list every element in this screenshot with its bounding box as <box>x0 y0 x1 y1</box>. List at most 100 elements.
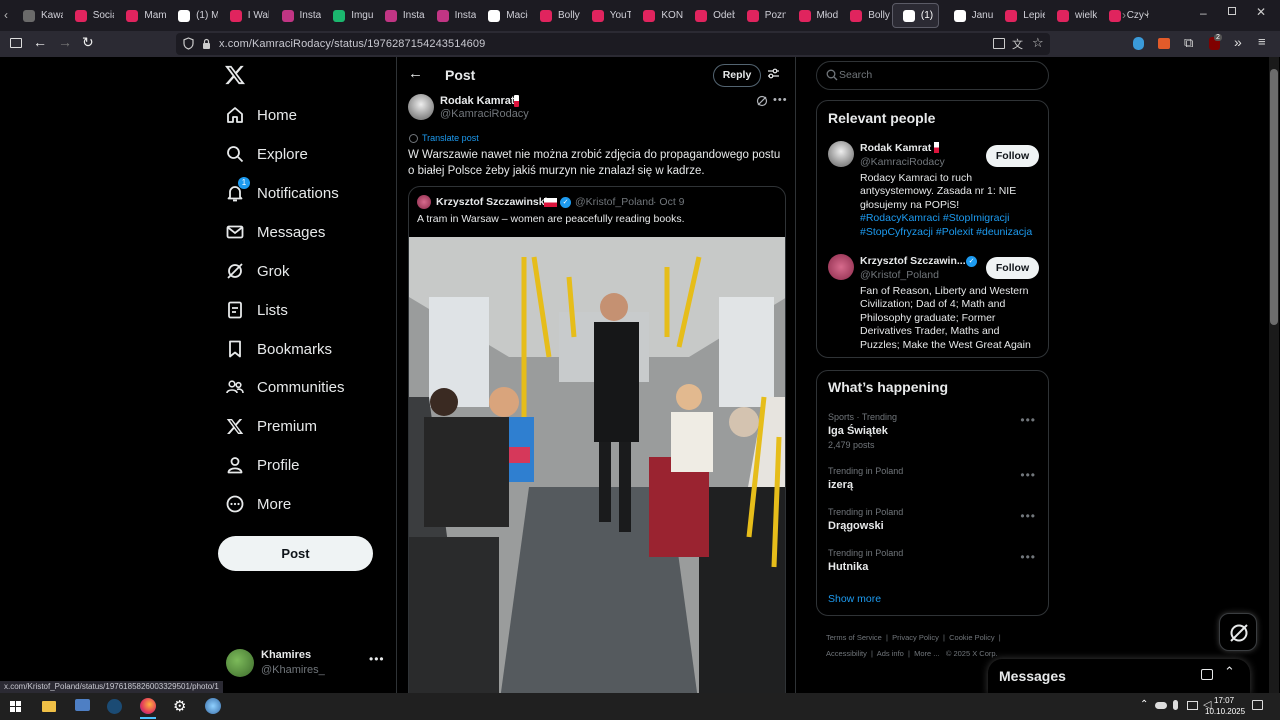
browser-tab[interactable]: Bollyw <box>530 3 580 28</box>
author-avatar[interactable] <box>408 94 434 120</box>
quoted-post[interactable]: Krzysztof Szczawinski ✓ @Kristof_Poland … <box>408 186 786 693</box>
monitor-app-icon[interactable] <box>75 699 90 711</box>
reply-settings-icon[interactable] <box>767 67 780 80</box>
show-more-link[interactable]: Show more <box>828 593 881 605</box>
back-icon[interactable]: ← <box>33 34 47 50</box>
browser-tab[interactable]: Odebr <box>685 3 735 28</box>
person-avatar[interactable] <box>828 141 854 167</box>
minimize-window-icon[interactable]: – <box>1200 6 1207 20</box>
cloud-icon[interactable] <box>1155 702 1167 709</box>
trend-more-icon[interactable]: ••• <box>1020 468 1036 482</box>
browser-tab[interactable]: wielka <box>1047 3 1097 28</box>
post-more-icon[interactable]: ••• <box>773 94 788 106</box>
clock-date[interactable]: 10.10.2025 <box>1205 707 1245 716</box>
browser-tab[interactable]: KONII <box>633 3 683 28</box>
settings-gear-icon[interactable]: ⚙ <box>173 697 186 715</box>
nav-item-notifications[interactable]: 1 Notifications <box>222 175 339 211</box>
browser-tab[interactable]: (1) Mi <box>168 3 218 28</box>
trend-more-icon[interactable]: ••• <box>1020 550 1036 564</box>
nav-item-messages[interactable]: Messages <box>222 214 325 250</box>
nav-item-explore[interactable]: Explore <box>222 136 308 172</box>
person-handle[interactable]: @Kristof_Poland <box>860 269 939 281</box>
file-explorer-icon[interactable] <box>42 701 56 712</box>
browser-tab[interactable]: Instag <box>375 3 425 28</box>
x-logo-icon[interactable] <box>224 65 246 85</box>
nav-item-bookmarks[interactable]: Bookmarks <box>222 331 332 367</box>
reader-view-icon[interactable] <box>993 38 1005 49</box>
person-name[interactable]: Krzysztof Szczawin... <box>860 255 966 267</box>
hamburger-menu-icon[interactable]: ≡ <box>1258 34 1266 49</box>
scrollbar-thumb[interactable] <box>1270 69 1278 325</box>
trend-item[interactable]: Trending in Poland Hutnika <box>828 548 1048 573</box>
translate-post-link[interactable]: Translate post <box>409 133 479 143</box>
hashtag-link[interactable]: #Polexit #deunizacja <box>936 226 1032 238</box>
trend-more-icon[interactable]: ••• <box>1020 509 1036 523</box>
display-icon[interactable] <box>1187 701 1198 710</box>
quoted-photo[interactable] <box>409 237 785 693</box>
browser-tab[interactable]: (1)✕ <box>891 3 939 28</box>
notification-center-icon[interactable] <box>1252 700 1263 710</box>
back-arrow-icon[interactable]: ← <box>408 65 423 82</box>
overflow-chevron-icon[interactable]: » <box>1234 34 1242 50</box>
vpn-shield-icon[interactable] <box>1133 37 1144 50</box>
grok-floating-button[interactable] <box>1219 613 1257 651</box>
browser-tab[interactable]: Social <box>65 3 114 28</box>
browser-tab[interactable]: YouTu <box>582 3 631 28</box>
browser-tab[interactable]: Mam <box>116 3 166 28</box>
close-window-icon[interactable]: ✕ <box>1256 5 1266 19</box>
nav-item-profile[interactable]: Profile <box>222 447 300 483</box>
restore-window-icon[interactable] <box>1228 7 1236 15</box>
footer-link[interactable]: Terms of Service <box>826 633 882 642</box>
new-message-icon[interactable] <box>1201 669 1213 680</box>
account-switcher[interactable]: Khamires @Khamires_ ••• <box>226 647 386 683</box>
page-scrollbar[interactable] <box>1269 57 1279 693</box>
grok-explain-icon[interactable] <box>756 95 768 107</box>
expand-drawer-icon[interactable]: ⌃ <box>1224 664 1235 680</box>
footer-link[interactable]: Cookie Policy <box>949 633 994 642</box>
nav-item-grok[interactable]: Grok <box>222 253 290 289</box>
nav-item-lists[interactable]: Lists <box>222 292 288 328</box>
translate-icon[interactable]: 文 <box>1012 36 1023 52</box>
steam-icon[interactable] <box>107 699 122 714</box>
author-handle[interactable]: @KamraciRodacy <box>440 108 529 120</box>
person-avatar[interactable] <box>828 254 854 280</box>
account-more-icon[interactable]: ••• <box>369 652 385 666</box>
tab-scroll-left-icon[interactable]: ‹ <box>4 8 8 22</box>
footer-link[interactable]: Privacy Policy <box>892 633 939 642</box>
microphone-icon[interactable] <box>1173 700 1178 710</box>
tab-list-dropdown-icon[interactable]: ⌄ <box>1142 6 1151 19</box>
browser-tab[interactable]: Kawal <box>13 3 63 28</box>
bookmark-star-icon[interactable]: ☆ <box>1032 35 1044 51</box>
search-box[interactable]: Search <box>816 61 1049 90</box>
browser-tab[interactable]: Instag <box>272 3 321 28</box>
footer-link[interactable]: Accessibility <box>826 649 867 658</box>
follow-button[interactable]: Follow <box>986 145 1039 167</box>
nav-item-communities[interactable]: Communities <box>222 369 345 405</box>
firefox-icon[interactable] <box>140 698 156 714</box>
trend-item[interactable]: Trending in Poland izerą <box>828 466 1048 491</box>
post-button[interactable]: Post <box>218 536 373 571</box>
browser-tab[interactable]: Janus <box>944 3 993 28</box>
tray-overflow-icon[interactable]: ⌃ <box>1140 699 1148 710</box>
clock-time[interactable]: 17:07 <box>1214 696 1234 705</box>
browser-tab[interactable]: Bollyw <box>840 3 890 28</box>
browser-tab[interactable]: I Wal <box>220 3 269 28</box>
forward-icon[interactable]: → <box>58 34 72 50</box>
trend-more-icon[interactable]: ••• <box>1020 413 1036 427</box>
trend-item[interactable]: Trending in Poland Drągowski <box>828 507 1048 532</box>
footer-link[interactable]: More ... <box>914 649 939 658</box>
extensions-icon[interactable]: ⧉ <box>1184 35 1193 51</box>
person-name[interactable]: Rodak Kamrat <box>860 142 931 154</box>
tab-scroll-right-icon[interactable]: › <box>1122 8 1126 22</box>
reload-icon[interactable]: ↻ <box>82 34 94 51</box>
trend-item[interactable]: Sports · Trending Iga Świątek 2,479 post… <box>828 412 1048 450</box>
browser-tab[interactable]: Pozna <box>737 3 786 28</box>
footer-link[interactable]: Ads info <box>877 649 904 658</box>
browser-tab[interactable]: Lepie <box>995 3 1045 28</box>
nav-item-home[interactable]: Home <box>222 97 297 133</box>
person-handle[interactable]: @KamraciRodacy <box>860 156 945 168</box>
messages-drawer[interactable]: Messages ⌃ <box>988 659 1250 693</box>
address-bar[interactable]: x.com/KamraciRodacy/status/1976287154243… <box>176 33 1050 55</box>
hashtag-link[interactable]: #RodacyKamraci <box>860 212 940 224</box>
fox-extension-icon[interactable] <box>1158 38 1170 49</box>
